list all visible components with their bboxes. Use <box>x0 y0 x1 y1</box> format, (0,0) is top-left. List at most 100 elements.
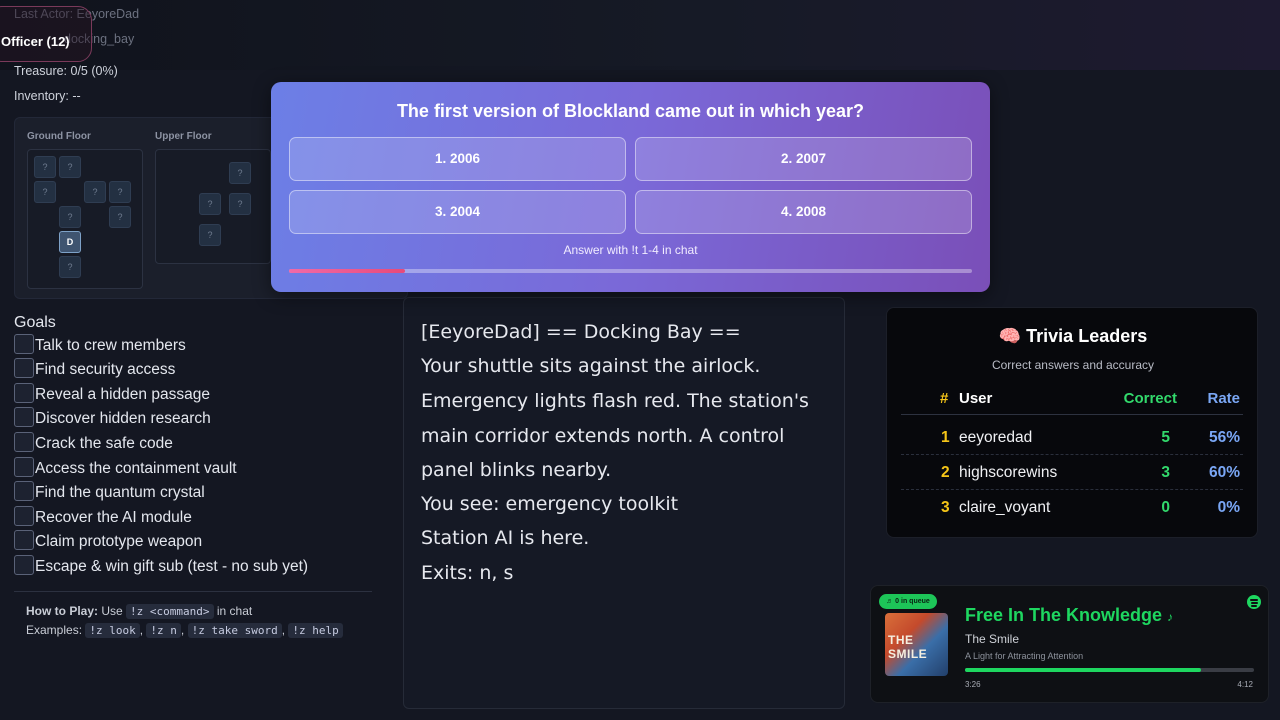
goals-title: Goals <box>14 314 56 331</box>
elapsed-time: 3:26 <box>965 680 981 689</box>
goal-checkbox[interactable] <box>14 555 34 575</box>
map-room: ? <box>59 156 81 178</box>
goal-checkbox[interactable] <box>14 432 34 452</box>
goal-checkbox[interactable] <box>14 530 34 550</box>
goal-checkbox[interactable] <box>14 457 34 477</box>
story-line: Exits: n, s <box>421 562 514 584</box>
map-room: ? <box>229 193 251 215</box>
officer-badge: Officer (12) <box>0 6 92 62</box>
goal-label: Claim prototype weapon <box>35 533 203 550</box>
top-status-bar <box>0 0 1280 70</box>
example-command: !z look <box>85 623 140 638</box>
leader-rank: 3 <box>941 499 950 516</box>
goal-label: Reveal a hidden passage <box>35 386 210 403</box>
leader-user: highscorewins <box>959 464 1058 481</box>
song-artist: The Smile <box>965 632 1020 646</box>
separator: , <box>281 623 286 637</box>
goal-label: Find security access <box>35 361 176 378</box>
answer-hint: Answer with !t 1-4 in chat <box>563 243 698 257</box>
header-divider <box>901 414 1243 415</box>
leaderboard-subtitle: Correct answers and accuracy <box>991 358 1155 372</box>
leader-rate: 0% <box>1217 499 1240 516</box>
treasure-status: Treasure: 0/5 (0%) <box>14 64 118 78</box>
separator: , <box>180 623 185 637</box>
inventory-status: Inventory: -- <box>14 89 81 103</box>
goal-checkbox[interactable] <box>14 481 34 501</box>
trivia-question: The first version of Blockland came out … <box>396 101 865 121</box>
story-line: Your shuttle sits against the airlock. <box>421 355 761 377</box>
answer-option-4[interactable]: 4. 2008 <box>635 190 972 234</box>
upper-floor-label: Upper Floor <box>155 131 212 142</box>
leader-rate: 60% <box>1208 464 1240 481</box>
answer-option-1[interactable]: 1. 2006 <box>289 137 626 181</box>
answer-option-2[interactable]: 2. 2007 <box>635 137 972 181</box>
example-command: !z help <box>288 623 343 638</box>
answer-timer-bar <box>289 269 972 273</box>
goal-label: Talk to crew members <box>35 337 186 354</box>
leader-user: eeyoredad <box>959 429 1033 446</box>
goal-label: Escape & win gift sub (test - no sub yet… <box>35 558 309 575</box>
goal-checkbox[interactable] <box>14 407 34 427</box>
map-room: ? <box>229 162 251 184</box>
example-command: !z take sword <box>187 623 282 638</box>
map-room: ? <box>199 224 221 246</box>
map-room: ? <box>34 156 56 178</box>
story-line: Emergency lights flash red. The station'… <box>421 390 809 412</box>
header-user: User <box>959 390 993 407</box>
song-progress-bar <box>965 668 1254 672</box>
row-divider <box>901 454 1243 455</box>
header-correct: Correct <box>1123 390 1177 407</box>
leaderboard-title: 🧠 Trivia Leaders <box>998 326 1148 346</box>
song-title-text: Free In The Knowledge <box>965 605 1163 625</box>
leader-rank: 1 <box>941 429 950 446</box>
album-cover: THE SMILE <box>885 613 948 676</box>
examples-label: Examples: <box>26 623 83 637</box>
goal-label: Crack the safe code <box>35 435 173 452</box>
leader-correct: 5 <box>1161 429 1170 446</box>
map-room: ? <box>199 193 221 215</box>
leader-rate: 56% <box>1208 429 1240 446</box>
map-room: ? <box>84 181 106 203</box>
map-room: ? <box>109 206 131 228</box>
leader-correct: 0 <box>1161 499 1170 516</box>
goal-checkbox[interactable] <box>14 334 34 354</box>
separator: , <box>139 623 144 637</box>
goal-checkbox[interactable] <box>14 506 34 526</box>
story-line: [EeyoreDad] == Docking Bay == <box>421 321 741 343</box>
header-rate: Rate <box>1207 390 1240 407</box>
header-rank: # <box>940 390 949 407</box>
ground-floor-map: ? ? ? ? ? ? ? D ? <box>27 149 143 289</box>
goals-divider <box>14 591 372 592</box>
map-room: ? <box>109 181 131 203</box>
story-output-panel: [EeyoreDad] == Docking Bay == Your shutt… <box>403 297 845 709</box>
in-chat-text: in chat <box>216 604 253 618</box>
story-line: You see: emergency toolkit <box>421 493 679 515</box>
song-progress-fill <box>965 668 1201 672</box>
goal-label: Recover the AI module <box>35 509 192 526</box>
map-room-current: D <box>59 231 81 253</box>
ground-floor-label: Ground Floor <box>27 131 91 142</box>
story-line: Station AI is here. <box>421 527 590 549</box>
map-room: ? <box>34 181 56 203</box>
trivia-question-card: The first version of Blockland came out … <box>271 82 990 292</box>
goal-label: Access the containment vault <box>35 460 237 477</box>
map-room: ? <box>59 206 81 228</box>
leader-correct: 3 <box>1161 464 1170 481</box>
goal-checkbox[interactable] <box>14 358 34 378</box>
spotify-icon <box>1247 595 1261 609</box>
answer-timer-fill <box>289 269 406 273</box>
story-line: panel blinks nearby. <box>421 459 612 481</box>
answer-option-3[interactable]: 3. 2004 <box>289 190 626 234</box>
now-playing-widget: ♬ 0 in queue THE SMILE Free In The Knowl… <box>870 585 1269 703</box>
goal-checkbox[interactable] <box>14 383 34 403</box>
album-cover-text: THE SMILE <box>888 633 928 661</box>
examples: Examples: !z look, !z n, !z take sword, … <box>26 623 343 638</box>
song-title: Free In The Knowledge ♪ <box>965 605 1173 626</box>
row-divider <box>901 489 1243 490</box>
music-note-icon: ♪ <box>1167 610 1174 624</box>
goal-label: Find the quantum crystal <box>35 484 205 501</box>
how-to-play-label: How to Play: <box>26 604 99 618</box>
queue-badge: ♬ 0 in queue <box>879 594 937 609</box>
trivia-leaderboard: 🧠 Trivia Leaders Correct answers and acc… <box>886 307 1258 538</box>
story-line: main corridor extends north. A control <box>421 425 785 447</box>
